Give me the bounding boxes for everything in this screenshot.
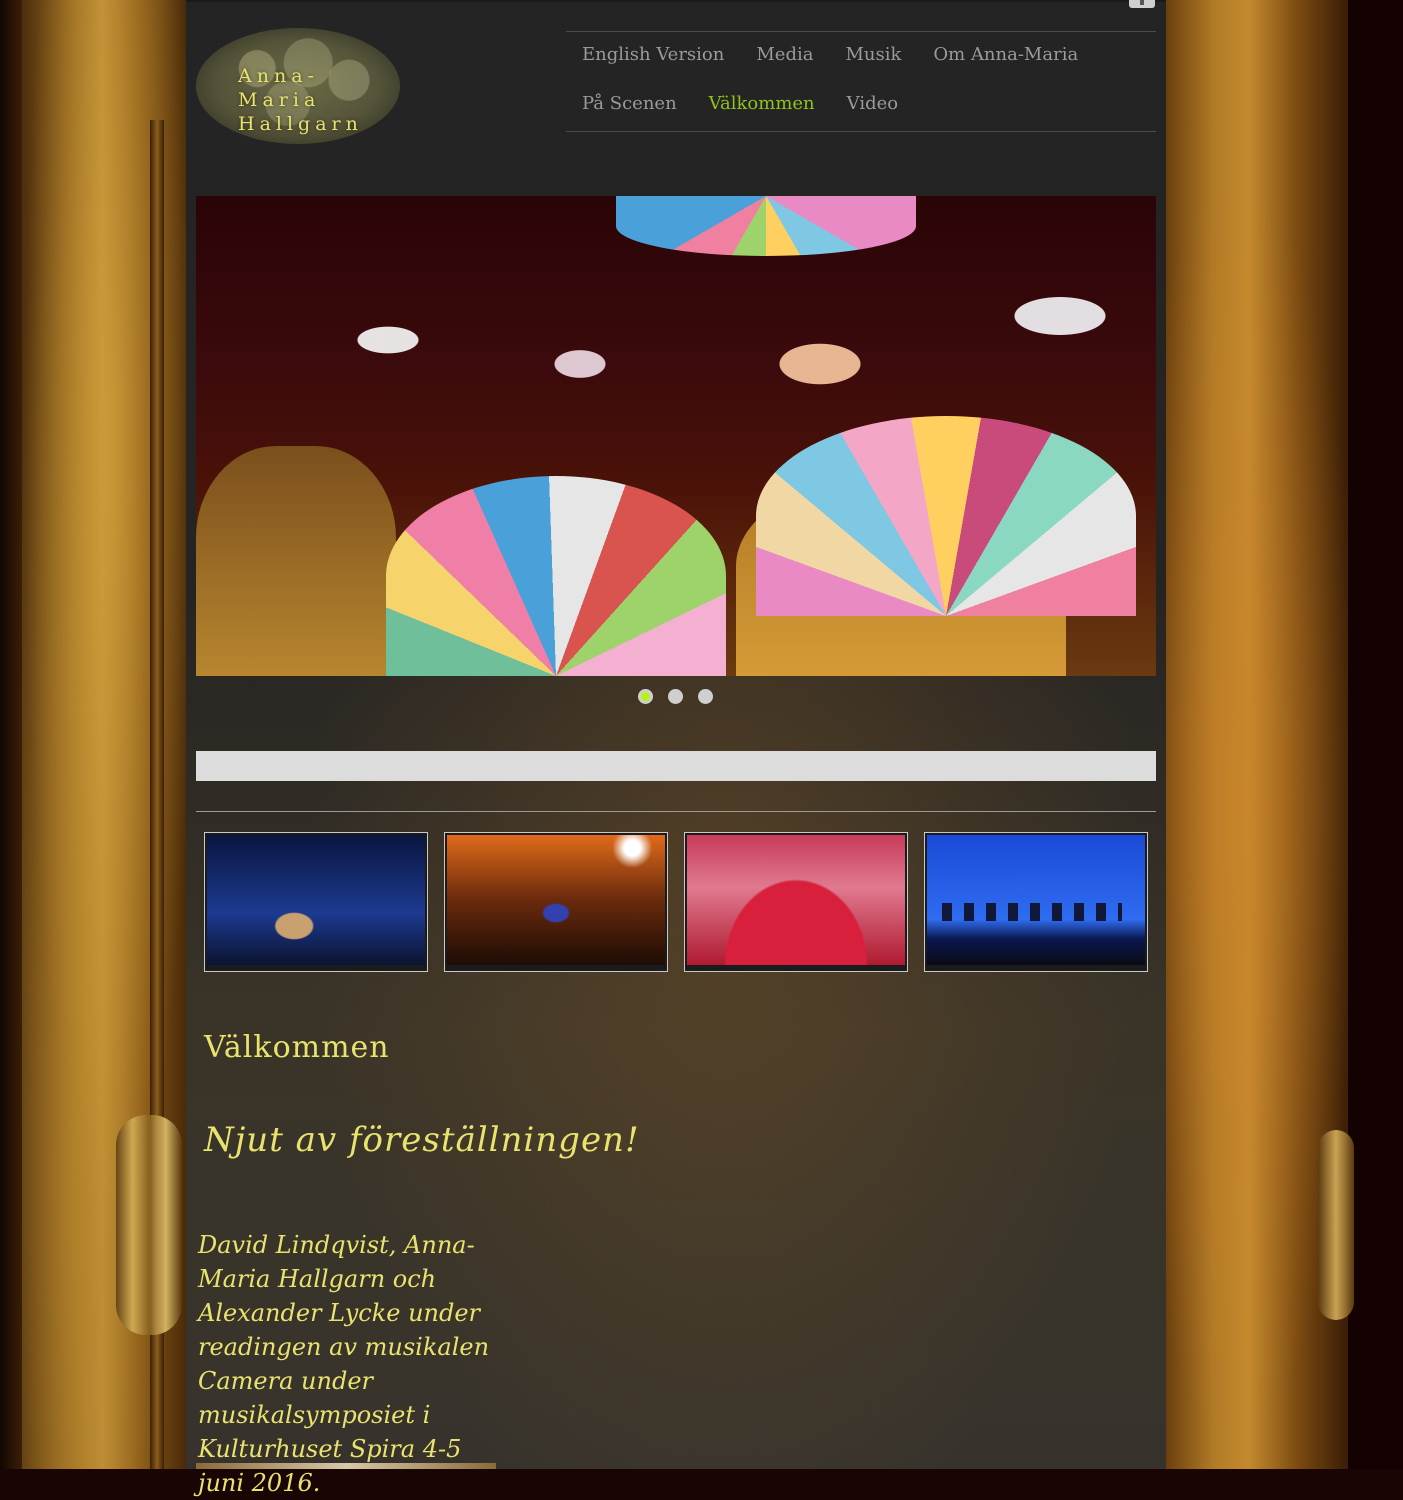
slide-fan-top xyxy=(616,196,916,256)
main-navigation: English Version Media Musik Om Anna-Mari… xyxy=(566,31,1156,132)
nav-item-valkommen[interactable]: Välkommen xyxy=(709,93,815,123)
nav-item-pa-scenen[interactable]: På Scenen xyxy=(582,93,677,123)
main-panel: Anna-Maria Hallgarn English Version Medi… xyxy=(186,0,1166,1497)
logo-line-2: Hallgarn xyxy=(238,113,363,135)
thumbnail-image-4 xyxy=(927,835,1145,965)
nav-row-1: English Version Media Musik Om Anna-Mari… xyxy=(582,44,1110,74)
site-logo[interactable]: Anna-Maria Hallgarn xyxy=(196,28,400,144)
nav-row-2: På Scenen Välkommen Video xyxy=(582,93,930,123)
logo-line-1: Anna-Maria xyxy=(238,65,321,111)
divider-line xyxy=(196,811,1156,812)
thumbnail-4[interactable] xyxy=(924,832,1148,972)
door-handle-right xyxy=(1318,1130,1354,1320)
bottom-image-strip xyxy=(196,1463,496,1469)
nav-item-video[interactable]: Video xyxy=(847,93,898,123)
door-handle-left xyxy=(116,1115,182,1335)
slide-figure-left xyxy=(196,446,396,676)
logo-text: Anna-Maria Hallgarn xyxy=(238,64,400,136)
nav-item-om-anna-maria[interactable]: Om Anna-Maria xyxy=(933,44,1078,74)
hero-slider-image[interactable] xyxy=(196,196,1156,676)
slider-pagination xyxy=(638,689,713,704)
page-title: Välkommen xyxy=(204,1030,390,1065)
slide-fan-left xyxy=(386,476,726,676)
grey-banner-bar xyxy=(196,751,1156,781)
nav-item-musik[interactable]: Musik xyxy=(845,44,901,74)
thumbnail-1[interactable] xyxy=(204,832,428,972)
welcome-paragraph: David Lindqvist, Anna-Maria Hallgarn och… xyxy=(198,1231,490,1497)
nav-item-media[interactable]: Media xyxy=(756,44,813,74)
thumbnail-image-1 xyxy=(207,835,425,965)
page-subtitle: Njut av föreställningen! xyxy=(204,1120,640,1160)
toggle-panel-button[interactable] xyxy=(1129,0,1155,8)
thumbnail-image-3 xyxy=(687,835,905,965)
slider-dot-3[interactable] xyxy=(698,689,713,704)
slider-dot-1[interactable] xyxy=(638,689,653,704)
thumbnail-2[interactable] xyxy=(444,832,668,972)
slider-dot-2[interactable] xyxy=(668,689,683,704)
slide-fan-right xyxy=(756,416,1136,616)
thumbnail-image-2 xyxy=(447,835,665,965)
nav-item-english-version[interactable]: English Version xyxy=(582,44,724,74)
background-door-right xyxy=(1166,0,1403,1469)
thumbnail-3[interactable] xyxy=(684,832,908,972)
